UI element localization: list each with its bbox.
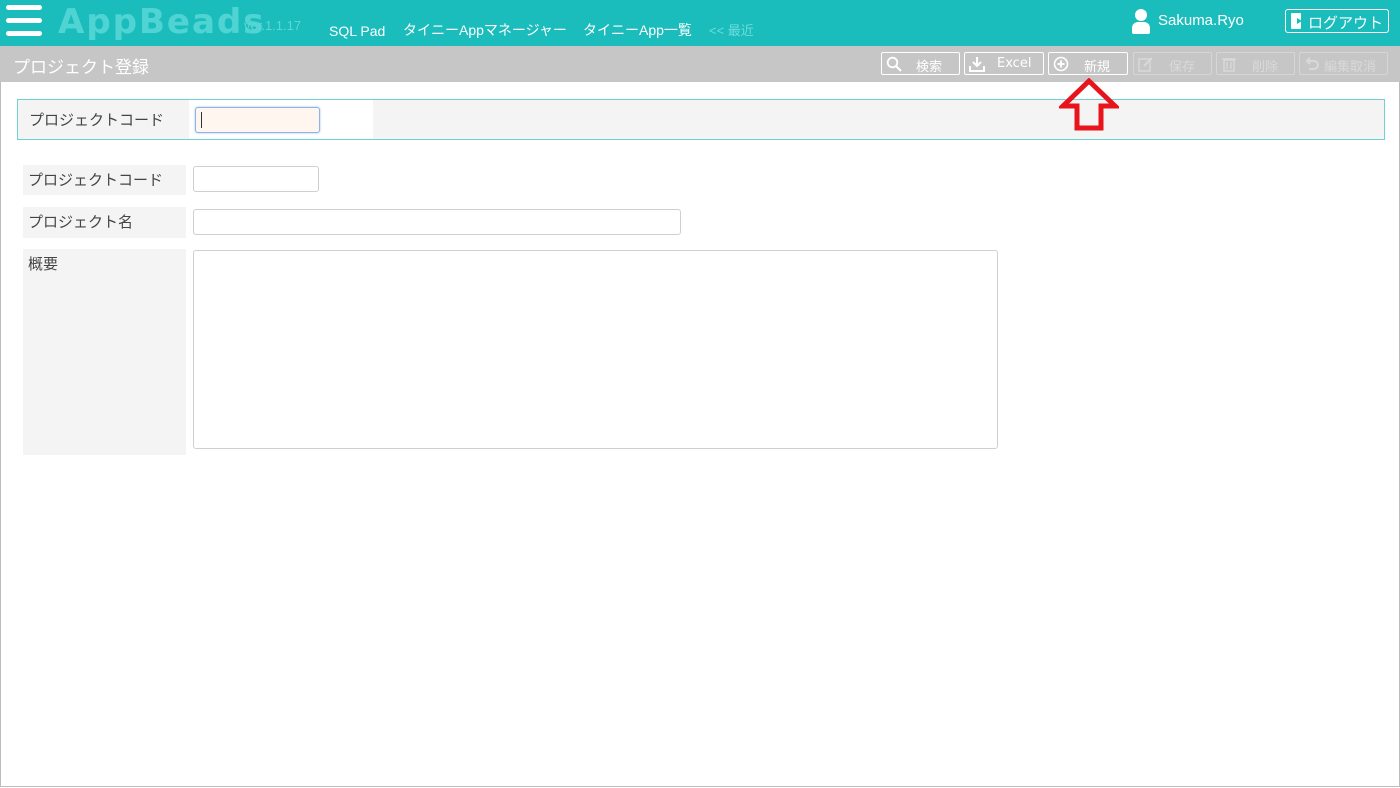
project-code-label-cell: プロジェクトコード <box>23 165 186 195</box>
download-icon <box>969 57 985 72</box>
app-header: AppBeads ver.1.1.17 SQL Pad タイニーAppマネージャ… <box>0 0 1400 46</box>
save-button-label: 保存 <box>1169 60 1196 75</box>
search-icon <box>886 56 902 72</box>
cancel-edit-button-label: 編集取消 <box>1324 60 1377 75</box>
toolbar: プロジェクト登録 検索 Excel 新規 保存 削除 編集取消 <box>0 46 1400 82</box>
cancel-edit-button[interactable]: 編集取消 <box>1299 52 1388 75</box>
search-project-code-label-cell: プロジェクトコード <box>23 104 187 134</box>
undo-icon <box>1305 57 1319 70</box>
app-logo: AppBeads <box>58 2 266 42</box>
nav-sql-pad[interactable]: SQL Pad <box>329 23 385 39</box>
project-code-input[interactable] <box>193 166 319 192</box>
delete-button[interactable]: 削除 <box>1216 52 1295 75</box>
search-project-code-input[interactable] <box>195 107 320 133</box>
save-button[interactable]: 保存 <box>1133 52 1212 75</box>
nav-recent[interactable]: << 最近 <box>709 20 754 39</box>
trash-icon <box>1222 58 1236 72</box>
search-button[interactable]: 検索 <box>881 52 960 75</box>
nav-tiny-app-manager[interactable]: タイニーAppマネージャー <box>403 20 567 40</box>
annotation-up-arrow-icon <box>1059 78 1119 131</box>
nav-tiny-app-list[interactable]: タイニーApp一覧 <box>583 20 692 40</box>
description-label: 概要 <box>28 255 59 273</box>
text-caret <box>201 112 202 128</box>
excel-button[interactable]: Excel <box>964 52 1044 75</box>
app-version: ver.1.1.17 <box>244 18 302 33</box>
new-button[interactable]: 新規 <box>1048 52 1128 75</box>
project-name-label-cell: プロジェクト名 <box>23 207 186 238</box>
delete-button-label: 削除 <box>1252 60 1279 75</box>
project-name-label: プロジェクト名 <box>28 213 134 231</box>
edit-icon <box>1138 57 1153 72</box>
logout-button[interactable]: ログアウト <box>1285 9 1389 33</box>
new-button-label: 新規 <box>1084 60 1111 75</box>
project-name-input[interactable] <box>193 209 681 235</box>
hamburger-menu-icon[interactable] <box>6 3 42 37</box>
plus-circle-icon <box>1053 56 1069 72</box>
search-button-label: 検索 <box>916 60 943 75</box>
logout-label: ログアウト <box>1308 14 1384 32</box>
user-icon <box>1132 9 1150 35</box>
project-code-label: プロジェクトコード <box>28 171 164 189</box>
description-label-cell: 概要 <box>23 249 186 455</box>
search-panel: プロジェクトコード <box>17 99 1385 140</box>
logout-icon <box>1291 13 1305 29</box>
page-title: プロジェクト登録 <box>13 58 149 78</box>
search-project-code-label: プロジェクトコード <box>29 111 165 129</box>
excel-button-label: Excel <box>997 56 1032 71</box>
description-textarea[interactable] <box>193 250 998 449</box>
user-name: Sakuma.Ryo <box>1158 12 1244 29</box>
